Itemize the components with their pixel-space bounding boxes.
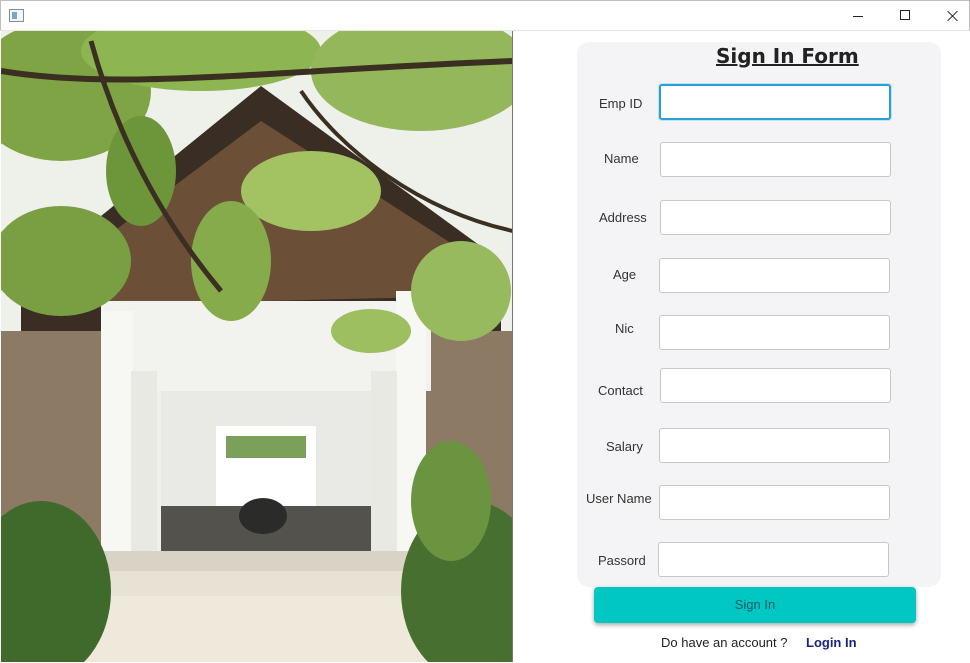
salary-input[interactable] <box>659 428 890 463</box>
password-input[interactable] <box>658 542 889 577</box>
nic-input[interactable] <box>659 315 890 350</box>
account-prompt: Do have an account ? <box>661 635 788 650</box>
age-label: Age <box>613 267 637 282</box>
address-input[interactable] <box>660 200 891 235</box>
age-input[interactable] <box>659 258 890 293</box>
name-input[interactable] <box>660 142 891 177</box>
villa-entrance-photo <box>1 31 513 662</box>
password-label: Passord <box>598 553 646 568</box>
app-window-icon <box>9 9 24 22</box>
emp-id-label: Emp ID <box>599 96 643 111</box>
address-label: Address <box>599 210 647 225</box>
contact-input[interactable] <box>660 368 891 403</box>
sign-in-button[interactable]: Sign In <box>594 587 916 623</box>
close-icon[interactable] <box>927 1 970 31</box>
user-name-label: User Name <box>586 491 652 506</box>
window-title-bar <box>0 0 970 31</box>
user-name-input[interactable] <box>659 485 890 520</box>
maximize-icon[interactable] <box>881 1 927 31</box>
login-link[interactable]: Login In <box>806 635 857 650</box>
name-label: Name <box>604 151 639 166</box>
emp-id-input[interactable] <box>659 84 891 120</box>
salary-label: Salary <box>606 439 643 454</box>
nic-label: Nic <box>615 321 634 336</box>
form-title: Sign In Form <box>716 44 859 68</box>
minimize-icon[interactable] <box>835 1 881 31</box>
contact-label: Contact <box>598 383 643 398</box>
